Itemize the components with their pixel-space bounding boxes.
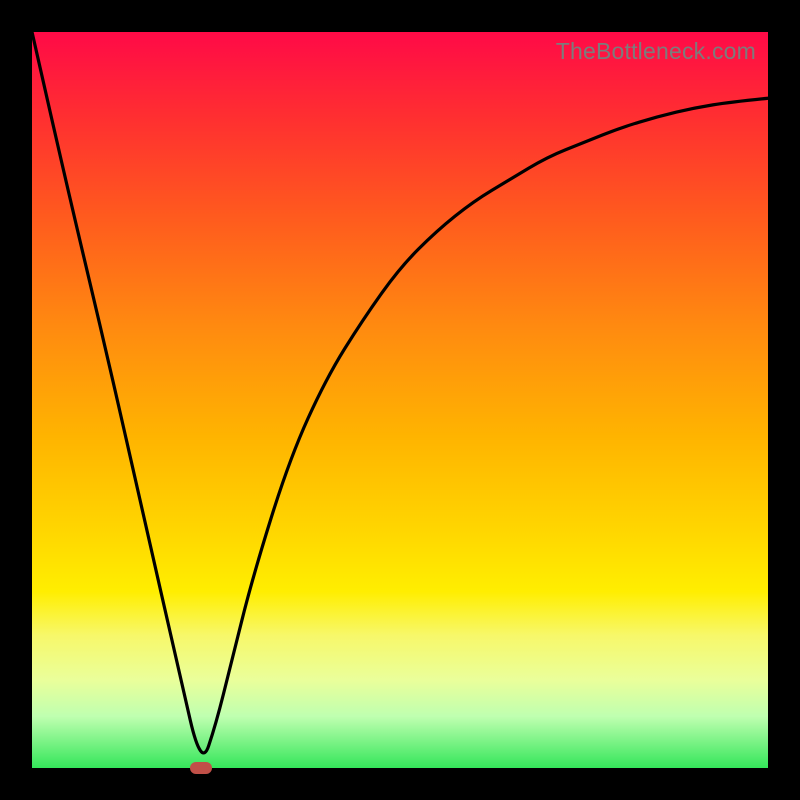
plot-area: TheBottleneck.com	[32, 32, 768, 768]
bottleneck-curve	[32, 32, 768, 768]
trough-marker	[190, 762, 212, 774]
chart-frame: TheBottleneck.com	[0, 0, 800, 800]
